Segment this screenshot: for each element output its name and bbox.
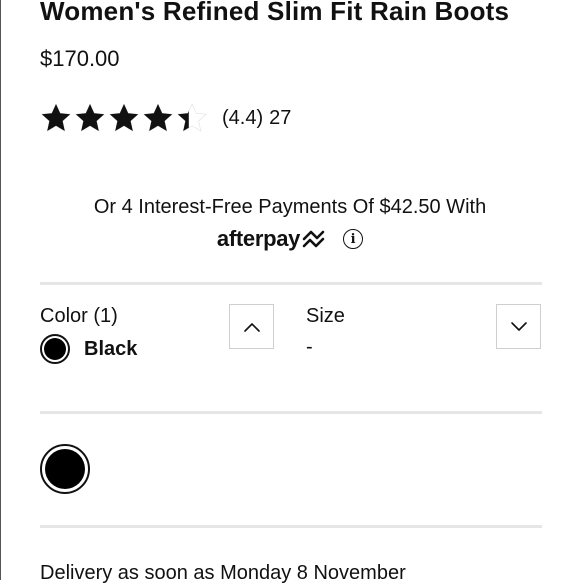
color-swatch-large[interactable] xyxy=(40,444,90,494)
divider-middle xyxy=(40,411,542,414)
size-value: - xyxy=(306,336,313,358)
star-icon xyxy=(143,103,173,132)
rating-text: (4.4) 27 xyxy=(222,107,291,130)
afterpay-logo: afterpay xyxy=(217,226,327,252)
color-swatch-selected xyxy=(40,334,70,364)
product-title: Women's Refined Slim Fit Rain Boots xyxy=(40,0,510,26)
rating-stars xyxy=(40,102,208,134)
rating-value: (4.4) xyxy=(222,106,264,129)
chevron-up-icon xyxy=(243,322,260,332)
review-count[interactable]: 27 xyxy=(269,107,291,129)
star-icon xyxy=(177,103,207,132)
size-toggle-button[interactable] xyxy=(496,304,541,349)
size-label: Size xyxy=(306,305,345,327)
star-icon xyxy=(41,103,71,132)
color-option-black[interactable]: Black xyxy=(40,334,137,364)
left-border xyxy=(0,0,1,580)
delivery-estimate: Delivery as soon as Monday 8 November xyxy=(40,562,406,584)
info-icon[interactable]: i xyxy=(343,229,364,249)
divider-bottom xyxy=(40,525,542,528)
color-toggle-button[interactable] xyxy=(229,304,274,349)
afterpay-row: afterpay i xyxy=(0,226,580,252)
star-icon xyxy=(75,103,105,132)
rating-summary[interactable]: (4.4) 27 xyxy=(40,100,291,136)
product-price: $170.00 xyxy=(40,46,120,71)
color-swatch-fill xyxy=(44,338,66,360)
star-icon xyxy=(109,103,139,132)
installments-text: Or 4 Interest-Free Payments Of $42.50 Wi… xyxy=(93,196,487,218)
color-label: Color (1) xyxy=(40,305,118,327)
divider-top xyxy=(40,282,542,285)
color-swatch-large-fill xyxy=(45,449,85,489)
color-name: Black xyxy=(84,337,138,360)
chevron-down-icon xyxy=(510,321,527,331)
afterpay-logo-text: afterpay xyxy=(216,226,301,251)
afterpay-arrows-icon xyxy=(302,230,325,248)
